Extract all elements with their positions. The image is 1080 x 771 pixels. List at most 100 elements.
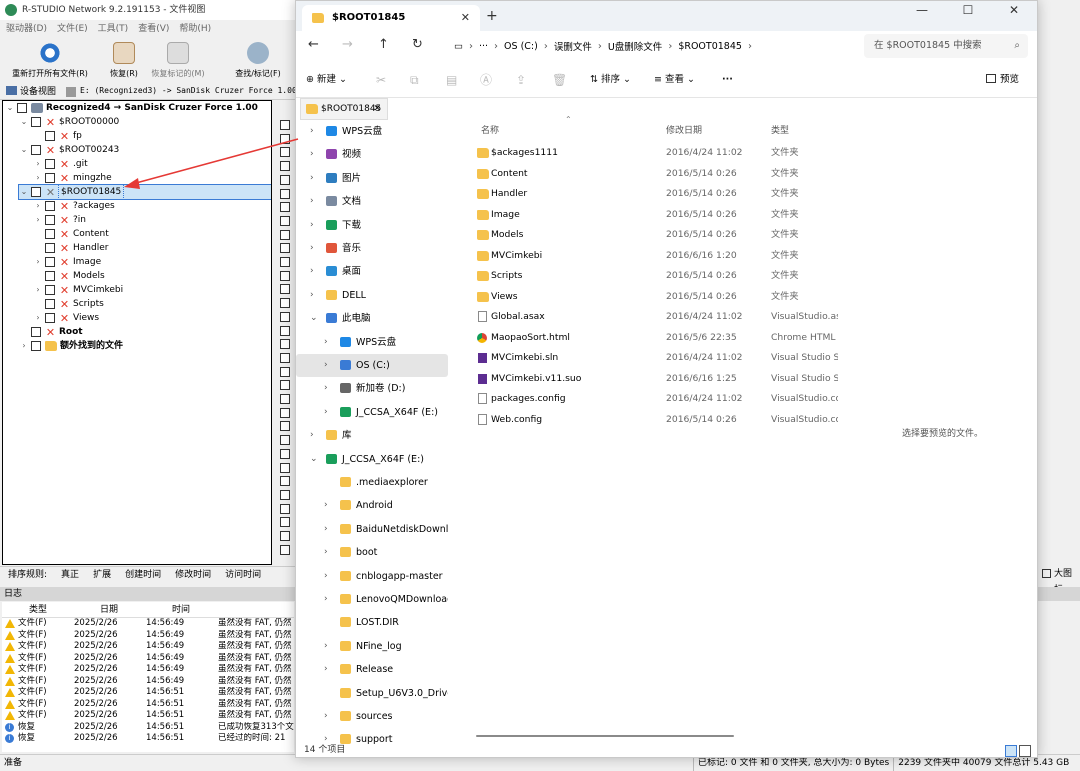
tree-node-child[interactable]: › ✕ MVCimkebi — [33, 283, 123, 297]
chevron-down-icon[interactable]: ⌄ — [310, 448, 318, 471]
tiles-view-icon[interactable] — [1019, 745, 1031, 757]
checkbox[interactable] — [45, 313, 55, 323]
collapse-icon[interactable]: ⌄ — [19, 143, 29, 157]
recover-marked-button[interactable]: 恢复标记的(M) — [148, 38, 208, 82]
file-row[interactable]: packages.config 2016/4/24 11:02 VisualStud… — [461, 389, 838, 409]
chevron-right-icon[interactable]: › — [310, 214, 314, 237]
tree-node-child[interactable]: › ✕ Image — [33, 255, 101, 269]
find-mark-button[interactable]: 查找/标记(F) — [218, 38, 298, 82]
chevron-right-icon[interactable]: › — [310, 190, 314, 213]
file-row[interactable]: $ackages1111 2016/4/24 11:02 文件夹 — [461, 143, 838, 163]
tab-device-view[interactable]: 设备视图 — [0, 84, 62, 97]
file-checkbox[interactable] — [280, 174, 290, 185]
sort-button[interactable]: ⇅ 排序 ⌄ — [590, 73, 631, 87]
delete-icon[interactable]: 🗑 — [552, 73, 567, 87]
file-row[interactable]: Views 2016/5/14 0:26 文件夹 — [461, 287, 838, 307]
file-checkbox[interactable] — [280, 161, 290, 172]
new-button[interactable]: ⊕ 新建 ⌄ — [306, 73, 347, 87]
chevron-right-icon[interactable]: › — [324, 635, 328, 658]
file-checkbox[interactable] — [280, 352, 290, 363]
log-row[interactable]: 文件(F) 2025/2/26 14:56:49 虽然没有 FAT, 仍然 — [2, 664, 294, 676]
file-checkbox[interactable] — [280, 229, 290, 240]
sort-accessed-button[interactable]: 访问时间 — [225, 567, 261, 582]
chevron-right-icon[interactable]: › — [310, 167, 314, 190]
chevron-down-icon[interactable]: ⌄ — [310, 307, 318, 330]
sort-modified-button[interactable]: 修改时间 — [175, 567, 211, 582]
log-row[interactable]: 文件(F) 2025/2/26 14:56:51 虽然没有 FAT, 仍然 — [2, 687, 294, 699]
recover-button[interactable]: 恢复(R) — [100, 38, 148, 82]
preview-pane-button[interactable]: 预览 — [986, 73, 1019, 87]
tree-node-child[interactable]: ✕ Content — [43, 227, 109, 241]
checkbox[interactable] — [45, 159, 55, 169]
file-checkbox[interactable] — [280, 503, 290, 514]
file-checkbox[interactable] — [280, 476, 290, 487]
chevron-right-icon[interactable]: › — [324, 728, 328, 744]
tree-node-root-folder[interactable]: ✕ Root — [29, 325, 83, 339]
file-checkbox[interactable] — [280, 325, 290, 336]
file-checkbox[interactable] — [280, 339, 290, 350]
file-row[interactable]: Models 2016/5/14 0:26 文件夹 — [461, 225, 838, 245]
chevron-right-icon[interactable]: › — [324, 494, 328, 517]
nav-item[interactable]: › 新加卷 (D:) — [296, 377, 448, 400]
checkbox[interactable] — [17, 103, 27, 113]
file-checkbox[interactable] — [280, 298, 290, 309]
paste-icon[interactable]: ▤ — [446, 73, 457, 87]
tree-node-git[interactable]: › ✕ .git — [33, 157, 87, 171]
more-options-button[interactable]: ··· — [722, 73, 733, 87]
file-checkbox[interactable] — [280, 421, 290, 432]
chevron-right-icon[interactable]: › — [324, 565, 328, 588]
file-checkbox[interactable] — [280, 202, 290, 213]
tree-node-child[interactable]: ✕ Models — [43, 269, 105, 283]
nav-item[interactable]: Setup_U6V3.0_Drive — [296, 682, 448, 705]
nav-item[interactable]: › Android — [296, 494, 448, 517]
nav-item[interactable]: LOST.DIR — [296, 611, 448, 634]
nav-item[interactable]: › 库 — [296, 424, 448, 447]
log-col-date[interactable]: 日期 — [74, 602, 146, 617]
log-row[interactable]: i 恢复 2025/2/26 14:56:51 已成功恢复313个文 — [2, 722, 294, 734]
close-button[interactable]: ✕ — [991, 1, 1037, 31]
tree-node-root00243[interactable]: ⌄ ✕ $ROOT00243 — [19, 143, 120, 157]
nav-item[interactable]: › BaiduNetdiskDownload — [296, 518, 448, 541]
file-checkbox[interactable] — [280, 448, 290, 459]
file-checkbox[interactable] — [280, 270, 290, 281]
log-col-message[interactable] — [218, 602, 294, 617]
up-arrow-icon[interactable]: ↑ — [378, 38, 389, 52]
file-checkbox[interactable] — [280, 243, 290, 254]
log-row[interactable]: 文件(F) 2025/2/26 14:56:49 虽然没有 FAT, 仍然 — [2, 618, 294, 630]
expand-icon[interactable]: › — [33, 283, 43, 297]
menu-help[interactable]: 帮助(H) — [179, 20, 211, 38]
chevron-right-icon[interactable]: › — [324, 541, 328, 564]
nav-item[interactable]: ⌄ J_CCSA_X64F (E:) — [296, 448, 448, 471]
log-row[interactable]: 文件(F) 2025/2/26 14:56:49 虽然没有 FAT, 仍然 — [2, 641, 294, 653]
tree-node-child[interactable]: › ✕ ?ackages — [33, 199, 114, 213]
nav-item[interactable]: › Release — [296, 658, 448, 681]
tab-file-view[interactable]: E: (Recognized3) -> SanDisk Cruzer Force… — [62, 86, 297, 97]
breadcrumb-usb-deleted[interactable]: U盘删除文件 — [602, 39, 668, 53]
nav-item[interactable]: › 文档 — [296, 190, 448, 213]
chevron-right-icon[interactable]: › — [310, 260, 314, 283]
log-row[interactable]: 文件(F) 2025/2/26 14:56:49 虽然没有 FAT, 仍然 — [2, 630, 294, 642]
file-checkbox[interactable] — [280, 531, 290, 541]
nav-item[interactable]: › 桌面 — [296, 260, 448, 283]
expand-icon[interactable]: › — [33, 199, 43, 213]
file-row[interactable]: Global.asax 2016/4/24 11:02 VisualStudio.a… — [461, 307, 838, 327]
forward-arrow-icon[interactable]: → — [342, 38, 353, 52]
chevron-right-icon[interactable]: › — [324, 331, 328, 354]
breadcrumb-deleted-files[interactable]: 误删文件 — [548, 39, 598, 53]
nav-item[interactable]: › LenovoQMDownload — [296, 588, 448, 611]
log-row[interactable]: 文件(F) 2025/2/26 14:56:51 虽然没有 FAT, 仍然 — [2, 699, 294, 711]
new-tab-button[interactable]: + — [486, 5, 498, 27]
nav-item[interactable]: › OS (C:) — [296, 354, 448, 377]
log-row[interactable]: 文件(F) 2025/2/26 14:56:49 虽然没有 FAT, 仍然 — [2, 676, 294, 688]
file-checkbox[interactable] — [280, 284, 290, 295]
tree-node-child[interactable]: ✕ Scripts — [43, 297, 104, 311]
nav-item[interactable]: › boot — [296, 541, 448, 564]
tree-node-child[interactable]: › ✕ ?in — [33, 213, 86, 227]
menu-file[interactable]: 文件(E) — [57, 20, 88, 38]
file-checkbox[interactable] — [280, 120, 290, 130]
checkbox[interactable] — [45, 271, 55, 281]
sort-extension-button[interactable]: 扩展 — [93, 567, 111, 582]
collapse-icon[interactable]: ⌄ — [19, 185, 29, 199]
file-checkbox[interactable] — [280, 462, 290, 473]
explorer-tab[interactable]: $ROOT01845 ✕ — [302, 5, 480, 31]
